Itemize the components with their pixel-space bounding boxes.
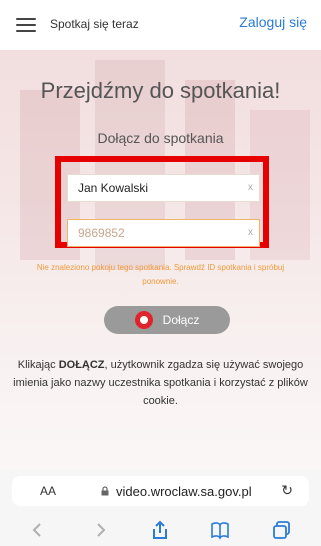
name-input[interactable]: Jan Kowalski x xyxy=(67,174,260,202)
forward-icon[interactable] xyxy=(88,518,112,542)
join-button[interactable]: Dołącz xyxy=(104,306,230,334)
consent-prefix: Klikając xyxy=(17,359,59,371)
bookmarks-icon[interactable] xyxy=(208,518,232,542)
url-text[interactable]: video.wroclaw.sa.gov.pl xyxy=(116,484,252,499)
page-title: Przejdźmy do spotkania! xyxy=(40,78,281,103)
section-subtitle: Dołącz do spotkania xyxy=(97,130,224,146)
app-title: Spotkaj się teraz xyxy=(50,17,139,31)
share-icon[interactable] xyxy=(148,518,172,542)
browser-toolbar: AA video.wroclaw.sa.gov.pl ↻ xyxy=(0,470,321,546)
back-icon[interactable] xyxy=(26,518,50,542)
clear-room-id-icon[interactable]: x xyxy=(248,220,253,246)
top-bar: Spotkaj się teraz Zaloguj się xyxy=(0,0,321,50)
address-bar[interactable]: AA video.wroclaw.sa.gov.pl ↻ xyxy=(12,476,309,506)
browser-nav xyxy=(0,512,321,546)
consent-bold: DOŁĄCZ xyxy=(58,359,105,371)
room-id-input-value: 9869852 xyxy=(78,226,125,240)
menu-icon[interactable] xyxy=(16,18,36,32)
name-input-value: Jan Kowalski xyxy=(78,181,149,195)
lock-icon xyxy=(101,486,109,496)
join-icon xyxy=(134,311,153,329)
clear-name-icon[interactable]: x xyxy=(248,175,253,201)
text-size-button[interactable]: AA xyxy=(40,484,56,498)
join-button-label: Dołącz xyxy=(162,313,200,327)
tabs-icon[interactable] xyxy=(270,518,294,542)
room-id-input[interactable]: 9869852 x xyxy=(67,219,260,247)
login-link[interactable]: Zaloguj się xyxy=(239,14,307,30)
reload-icon[interactable]: ↻ xyxy=(281,482,293,499)
consent-text: Klikając DOŁĄCZ, użytkownik zgadza się u… xyxy=(6,356,315,410)
error-message: Nie znaleziono pokoju tego spotkania. Sp… xyxy=(36,263,285,286)
